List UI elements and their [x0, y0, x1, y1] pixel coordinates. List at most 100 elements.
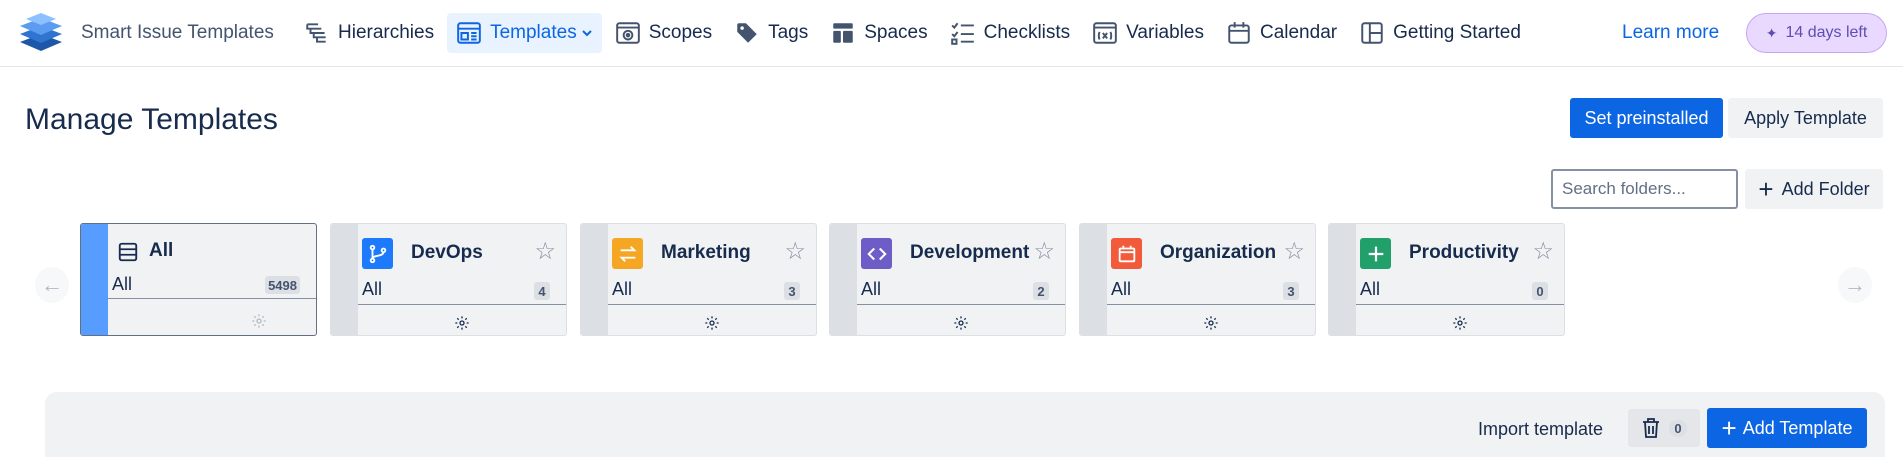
folder-card-all[interactable]: All All 5498 [80, 223, 317, 336]
nav-label: Spaces [864, 22, 928, 43]
learn-more-link[interactable]: Learn more [1622, 22, 1719, 44]
nav-label: Scopes [648, 22, 713, 43]
folder-subtitle: All [1360, 279, 1381, 299]
import-template-button[interactable]: Import template [1478, 419, 1603, 440]
folder-divider [1356, 304, 1564, 305]
gear-icon[interactable] [358, 312, 566, 334]
code-icon [861, 238, 892, 269]
folder-color-stripe [331, 224, 358, 335]
add-folder-button[interactable]: + Add Folder [1745, 169, 1883, 209]
folder-card-productivity[interactable]: Productivity ☆ All 0 [1328, 223, 1565, 336]
folder-color-stripe [1080, 224, 1107, 335]
tag-icon [737, 23, 757, 43]
spaces-icon [833, 23, 853, 43]
gear-icon[interactable] [857, 312, 1065, 334]
calendar-icon [1228, 22, 1250, 44]
top-navigation: Smart Issue Templates Hierarchies Templa… [0, 0, 1903, 67]
main-nav: Hierarchies Templates Scopes Tags Spaces… [295, 13, 1534, 53]
star-icon[interactable]: ☆ [784, 240, 806, 264]
folder-name: Productivity [1409, 242, 1519, 263]
trash-count-badge: 0 [1669, 419, 1687, 437]
folder-divider [108, 298, 316, 299]
nav-label: Templates [490, 22, 577, 43]
folder-divider [1107, 304, 1315, 305]
gear-icon[interactable] [1107, 312, 1315, 334]
nav-item-tags[interactable]: Tags [725, 13, 817, 53]
layout-icon [1361, 22, 1383, 44]
star-icon[interactable]: ☆ [1532, 240, 1554, 264]
gear-icon[interactable] [201, 310, 316, 332]
folder-subtitle: All [362, 279, 383, 299]
trial-label: 14 days left [1785, 24, 1868, 41]
gear-icon[interactable] [608, 312, 816, 334]
gear-icon[interactable] [1356, 312, 1564, 334]
nav-item-variables[interactable]: Variables [1083, 13, 1213, 53]
folder-card-marketing[interactable]: Marketing ☆ All 3 [580, 223, 817, 336]
folder-divider [608, 304, 816, 305]
folder-count-badge: 4 [534, 282, 550, 300]
list-icon [112, 236, 143, 267]
set-preinstalled-button[interactable]: Set preinstalled [1570, 98, 1723, 138]
add-folder-label: Add Folder [1781, 178, 1870, 199]
page-title: Manage Templates [25, 103, 278, 136]
nav-label: Hierarchies [338, 22, 435, 43]
plus-icon: + [1721, 413, 1737, 443]
nav-label: Variables [1126, 22, 1204, 43]
trial-badge[interactable]: ✦ 14 days left [1746, 13, 1887, 53]
folder-card-organization[interactable]: Organization ☆ All 3 [1079, 223, 1316, 336]
carousel-next-arrow-icon[interactable]: → [1838, 267, 1872, 303]
folder-count-badge: 5498 [265, 276, 300, 294]
git-branch-icon [362, 238, 393, 269]
nav-item-scopes[interactable]: Scopes [606, 13, 721, 53]
folder-card-devops[interactable]: DevOps ☆ All 4 [330, 223, 567, 336]
folder-count-badge: 0 [1532, 282, 1548, 300]
folder-count-badge: 2 [1033, 282, 1049, 300]
trash-button[interactable]: 0 [1628, 409, 1700, 447]
nav-item-checklists[interactable]: Checklists [941, 13, 1080, 53]
folder-divider [857, 304, 1065, 305]
calendar-icon [1111, 238, 1142, 269]
nav-label: Checklists [983, 22, 1071, 43]
carousel-prev-arrow-icon[interactable]: ← [35, 267, 69, 303]
folder-name: All [149, 240, 174, 261]
folder-color-stripe [830, 224, 857, 335]
add-template-button[interactable]: + Add Template [1707, 408, 1867, 448]
folder-card-development[interactable]: Development ☆ All 2 [829, 223, 1066, 336]
folder-subtitle: All [1111, 279, 1132, 299]
folder-color-stripe [1329, 224, 1356, 335]
plus-icon: + [1758, 174, 1774, 204]
template-icon [457, 22, 481, 44]
nav-item-getting-started[interactable]: Getting Started [1350, 13, 1530, 53]
star-icon[interactable]: ☆ [1283, 240, 1305, 264]
trash-icon [1643, 418, 1660, 438]
star-icon[interactable]: ☆ [1033, 240, 1055, 264]
folder-count-badge: 3 [784, 282, 800, 300]
folder-name: Development [910, 242, 1030, 263]
sparkle-icon: ✦ [1765, 24, 1778, 41]
nav-label: Tags [768, 22, 809, 43]
search-folders-input[interactable] [1551, 169, 1738, 209]
nav-label: Calendar [1259, 22, 1338, 43]
hierarchy-icon [306, 23, 326, 43]
nav-item-spaces[interactable]: Spaces [821, 13, 936, 53]
folder-subtitle: All [112, 274, 133, 294]
templates-panel [45, 392, 1885, 457]
app-name[interactable]: Smart Issue Templates [81, 22, 274, 44]
folder-subtitle: All [612, 279, 633, 299]
layers-logo-icon[interactable] [18, 12, 64, 52]
apply-template-button[interactable]: Apply Template [1728, 98, 1883, 138]
nav-item-calendar[interactable]: Calendar [1217, 13, 1346, 53]
add-template-label: Add Template [1742, 417, 1853, 438]
folder-name: DevOps [411, 242, 483, 263]
folder-name: Marketing [661, 242, 751, 263]
folder-color-stripe [581, 224, 608, 335]
scope-icon [615, 22, 640, 44]
swap-arrows-icon [612, 238, 643, 269]
nav-label: Getting Started [1393, 22, 1521, 43]
star-icon[interactable]: ☆ [534, 240, 556, 264]
folder-divider [358, 304, 566, 305]
nav-item-templates[interactable]: Templates [447, 13, 602, 53]
plus-icon [1360, 238, 1391, 269]
checklist-icon [950, 22, 974, 45]
nav-item-hierarchies[interactable]: Hierarchies [295, 13, 443, 53]
